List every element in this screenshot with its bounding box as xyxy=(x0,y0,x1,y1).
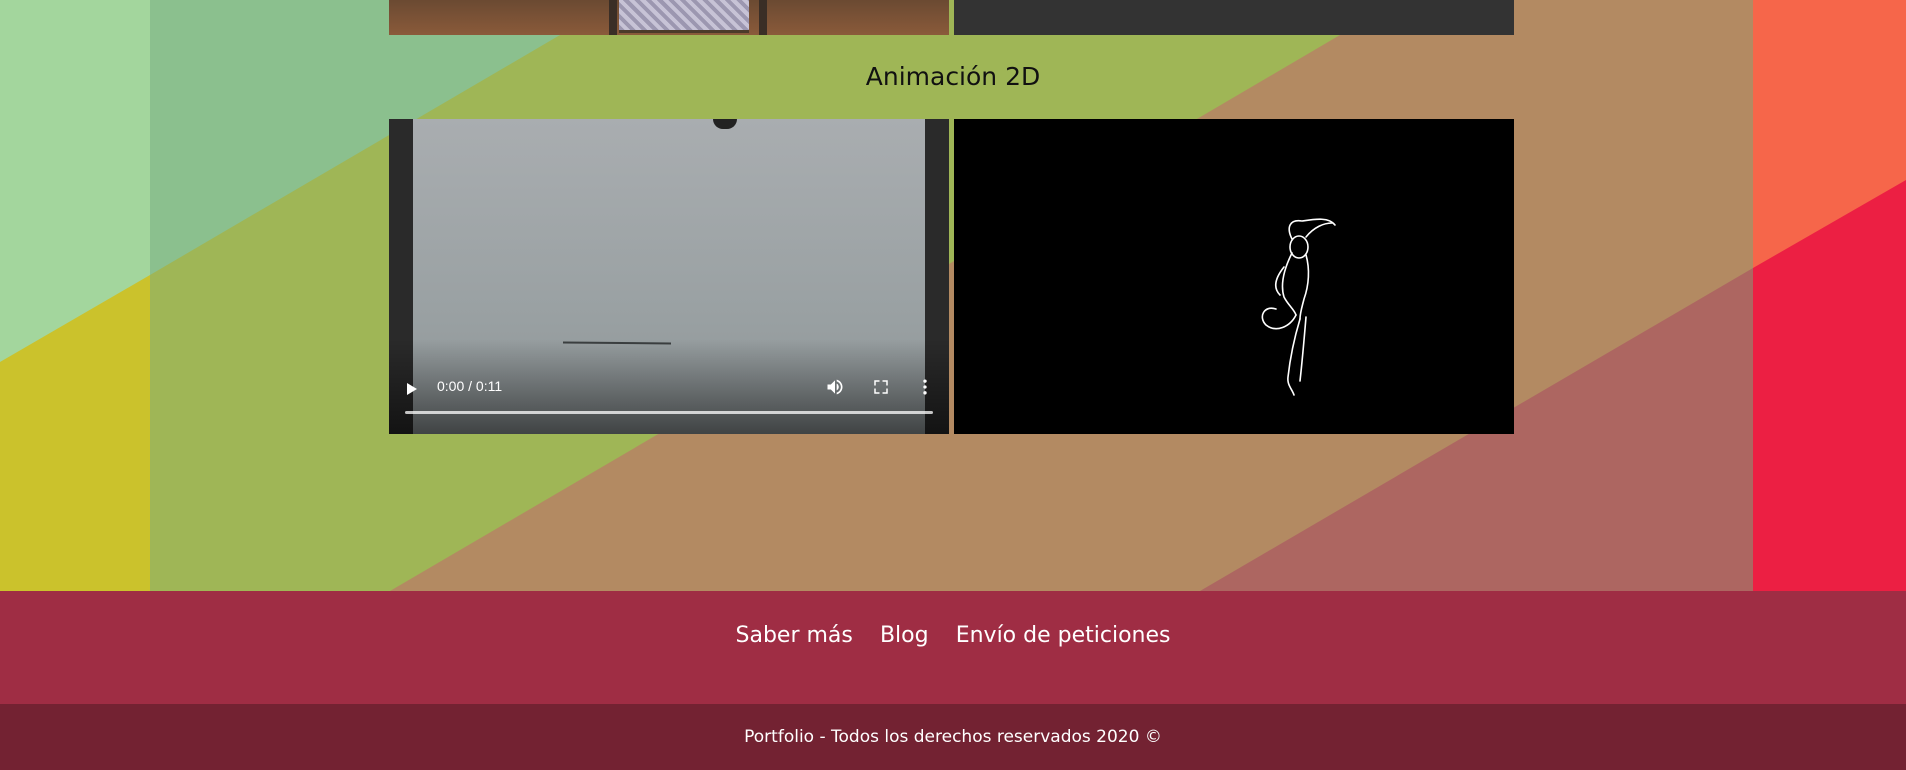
chair-leg-graphic xyxy=(609,0,617,35)
fullscreen-icon[interactable] xyxy=(872,378,890,396)
chair-leg-graphic xyxy=(759,0,767,35)
portfolio-section: Animación 2D 0:00 / 0:11 xyxy=(0,0,1906,591)
section-heading: Animación 2D xyxy=(865,62,1041,91)
dark-object-graphic xyxy=(713,119,737,129)
video-progress-bar[interactable] xyxy=(405,411,933,414)
video-player-right[interactable] xyxy=(954,119,1514,434)
nav-link-saber-mas[interactable]: Saber más xyxy=(736,623,853,648)
dancer-sketch-graphic xyxy=(1261,218,1336,396)
nav-link-envio-peticiones[interactable]: Envío de peticiones xyxy=(956,623,1171,648)
nav-link-blog[interactable]: Blog xyxy=(880,623,929,648)
video-time-display: 0:00 / 0:11 xyxy=(437,378,503,394)
volume-icon[interactable] xyxy=(825,377,845,397)
video-player-left[interactable]: 0:00 / 0:11 xyxy=(389,119,949,434)
thumbnail-3d-room[interactable] xyxy=(389,0,949,35)
thumbnail-placeholder[interactable] xyxy=(954,0,1514,35)
play-icon[interactable] xyxy=(407,383,417,395)
more-vertical-icon[interactable] xyxy=(921,377,929,397)
footer-navigation: Saber más Blog Envío de peticiones xyxy=(0,591,1906,704)
tablecloth-graphic xyxy=(619,0,749,33)
footer-copyright-bar: Portfolio - Todos los derechos reservado… xyxy=(0,704,1906,770)
copyright-text: Portfolio - Todos los derechos reservado… xyxy=(744,727,1162,747)
footer-nav-links: Saber más Blog Envío de peticiones xyxy=(0,623,1906,648)
